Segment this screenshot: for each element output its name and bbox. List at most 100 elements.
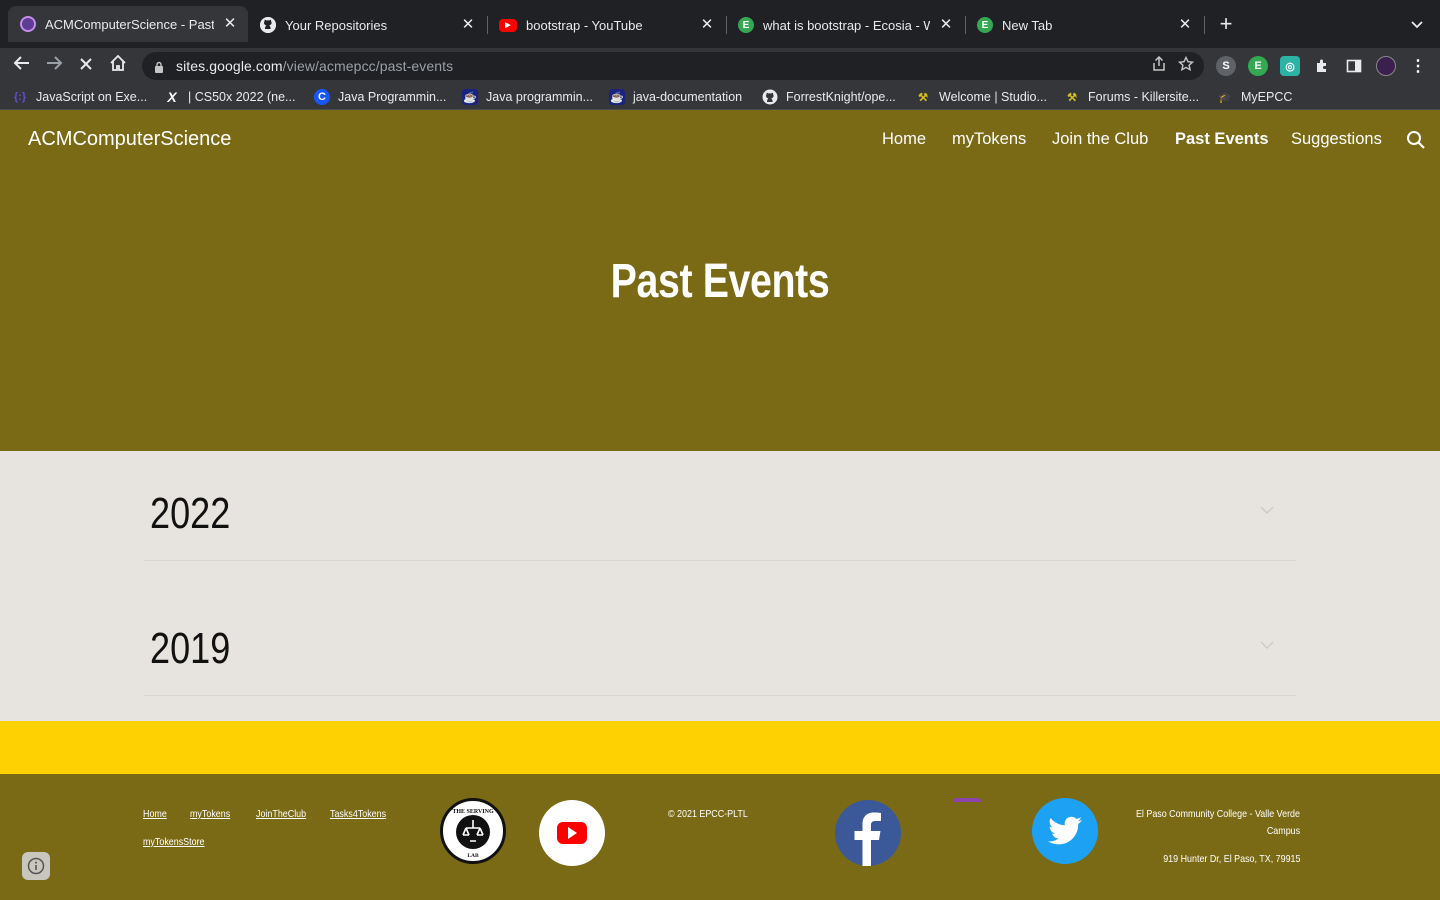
bookmark-item[interactable]: ☕ java-documentation — [609, 87, 742, 107]
instagram-icon[interactable] — [953, 798, 981, 802]
footer-link-home[interactable]: Home — [143, 808, 167, 820]
tab-title: Your Repositories — [285, 17, 388, 33]
new-tab-button[interactable]: + — [1214, 12, 1238, 36]
bookmark-label: Welcome | Studio... — [939, 90, 1047, 104]
acm-favicon-icon — [20, 16, 36, 32]
tab-ecosia-search[interactable]: E what is bootstrap - Ecosia - Web ✕ — [726, 8, 964, 42]
url-path: /view/acmepcc/past-events — [282, 58, 454, 74]
footer-link-tasks4tokens[interactable]: Tasks4Tokens — [330, 808, 386, 820]
site-info-button[interactable] — [22, 852, 50, 880]
footer-link-mytokensstore[interactable]: myTokensStore — [143, 836, 205, 848]
accordion-section-2022[interactable]: 2022 — [144, 451, 1296, 561]
bookmark-item[interactable]: ⚒ Forums - Killersite... — [1064, 87, 1199, 107]
address-bar[interactable]: sites.google.com/view/acmepcc/past-event… — [142, 52, 1204, 80]
killersite-icon: ⚒ — [918, 91, 928, 104]
github-icon — [260, 17, 276, 33]
chevron-down-icon[interactable] — [1260, 638, 1274, 652]
github-icon — [762, 89, 778, 105]
tab-acm-past-events[interactable]: ACMComputerScience - Past Events ✕ — [8, 6, 248, 42]
address-line: Campus — [1266, 825, 1300, 837]
facebook-icon — [854, 812, 881, 866]
profile-avatar[interactable] — [1376, 56, 1396, 76]
forward-button[interactable] — [42, 54, 66, 78]
tab-title: what is bootstrap - Ecosia - Web — [763, 17, 930, 33]
bookmark-label: | CS50x 2022 (ne... — [188, 90, 296, 104]
youtube-link[interactable] — [539, 800, 605, 866]
tab-your-repositories[interactable]: Your Repositories ✕ — [248, 8, 486, 42]
site-nav: Home myTokens Join the Club Past Events … — [0, 130, 1440, 150]
tab-bootstrap-youtube[interactable]: ▶ bootstrap - YouTube ✕ — [487, 8, 725, 42]
close-tab-icon[interactable]: ✕ — [222, 16, 238, 32]
bookmark-star-icon[interactable] — [1177, 55, 1195, 76]
bookmark-item[interactable]: ⚒ Welcome | Studio... — [915, 87, 1047, 107]
close-tab-icon[interactable]: ✕ — [1177, 17, 1193, 33]
home-icon — [110, 54, 126, 71]
footer-link-jointheclub[interactable]: JoinTheClub — [256, 808, 306, 820]
java-icon: ☕ — [462, 89, 478, 105]
home-button[interactable] — [106, 54, 130, 78]
footer-link-mytokens[interactable]: myTokens — [190, 808, 230, 820]
search-icon[interactable] — [1406, 130, 1426, 150]
side-panel-icon[interactable] — [1344, 56, 1364, 76]
tab-title: ACMComputerScience - Past Events — [45, 16, 214, 32]
tab-separator — [1204, 16, 1205, 34]
bookmark-label: Forums - Killersite... — [1088, 90, 1200, 104]
ecosia-icon: E — [977, 17, 993, 33]
bookmark-label: Java programmin... — [486, 90, 593, 104]
hero-header: ACMComputerScience Home myTokens Join th… — [0, 110, 1440, 451]
menu-kebab-icon[interactable]: ⋮ — [1408, 56, 1428, 76]
ecosia-extension-icon[interactable]: E — [1248, 56, 1268, 76]
lock-icon[interactable] — [154, 60, 164, 73]
stop-loading-button[interactable] — [74, 54, 98, 78]
close-tab-icon[interactable]: ✕ — [699, 17, 715, 33]
serving-lab-logo[interactable]: THE SERVING LAB — [440, 798, 506, 864]
bookmark-item[interactable]: C Java Programmin... — [314, 87, 446, 107]
nav-suggestions[interactable]: Suggestions — [1291, 130, 1382, 149]
bookmarks-bar: {:} JavaScript on Exe... X | CS50x 2022 … — [0, 84, 1440, 110]
svg-text:LAB: LAB — [467, 853, 479, 859]
chevron-down-icon[interactable] — [1260, 503, 1274, 517]
java-icon: ☕ — [609, 89, 625, 105]
bookmark-item[interactable]: ☕ Java programmin... — [462, 87, 593, 107]
x-icon: X — [167, 89, 177, 105]
page-title: Past Events — [610, 255, 830, 308]
address-line: El Paso Community College - Valle Verde — [1135, 808, 1300, 820]
share-icon[interactable] — [1152, 55, 1166, 76]
bookmark-item[interactable]: {:} JavaScript on Exe... — [12, 87, 147, 107]
back-arrow-icon — [13, 56, 29, 70]
extension-icon[interactable]: ◎ — [1280, 56, 1300, 76]
bookmark-item[interactable]: 🎓 MyEPCC — [1217, 87, 1292, 107]
browser-tabstrip: ACMComputerScience - Past Events ✕ Your … — [0, 0, 1440, 48]
youtube-icon: ▶ — [499, 18, 517, 32]
nav-home[interactable]: Home — [882, 130, 926, 149]
skype-extension-icon[interactable]: S — [1216, 56, 1236, 76]
nav-past-events[interactable]: Past Events — [1175, 130, 1269, 149]
close-tab-icon[interactable]: ✕ — [938, 17, 954, 33]
accent-divider-band — [0, 721, 1440, 774]
site-footer: Home myTokens JoinTheClub Tasks4Tokens m… — [0, 774, 1440, 900]
copyright-text: © 2021 EPCC-PLTL — [668, 808, 748, 820]
youtube-icon — [557, 822, 587, 844]
facebook-link[interactable] — [835, 800, 901, 866]
accordion-section-2019[interactable]: 2019 — [144, 586, 1296, 696]
bookmark-label: Java Programmin... — [338, 90, 447, 104]
bookmark-item[interactable]: ForrestKnight/ope... — [762, 87, 896, 107]
tab-title: bootstrap - YouTube — [526, 17, 643, 33]
nav-mytokens[interactable]: myTokens — [952, 130, 1026, 149]
codecademy-icon: C — [314, 89, 330, 105]
section-title: 2022 — [150, 489, 231, 538]
graduation-cap-icon: 🎓 — [1218, 91, 1232, 104]
nav-join-the-club[interactable]: Join the Club — [1052, 130, 1148, 149]
back-button[interactable] — [10, 54, 34, 78]
ecosia-icon: E — [738, 17, 754, 33]
close-icon — [80, 58, 92, 70]
tab-new-tab[interactable]: E New Tab ✕ — [965, 8, 1203, 42]
bookmark-item[interactable]: X | CS50x 2022 (ne... — [164, 87, 295, 107]
twitter-link[interactable] — [1032, 798, 1098, 864]
bookmark-label: MyEPCC — [1241, 90, 1293, 104]
close-tab-icon[interactable]: ✕ — [460, 17, 476, 33]
puzzle-extensions-icon[interactable] — [1312, 56, 1332, 76]
twitter-bird-icon — [1048, 816, 1082, 845]
bookmark-label: JavaScript on Exe... — [36, 90, 148, 104]
tab-search-chevron-icon[interactable] — [1405, 12, 1429, 36]
